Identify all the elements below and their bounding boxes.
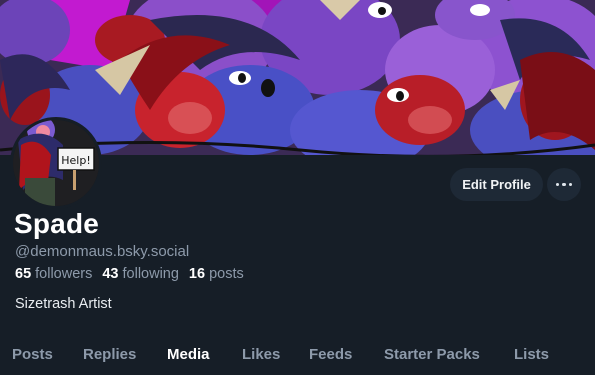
following-label: following <box>122 266 179 282</box>
following-count: 43 <box>102 266 119 282</box>
tab-posts[interactable]: Posts <box>12 346 53 363</box>
tab-likes[interactable]: Likes <box>242 346 280 363</box>
tab-media[interactable]: Media <box>167 346 210 363</box>
posts-label: posts <box>209 266 244 282</box>
posts-stat: 16 posts <box>189 266 244 282</box>
display-name: Spade <box>14 208 100 239</box>
followers-count: 65 <box>15 266 32 282</box>
profile-stats: 65 followers 43 following 16 posts <box>15 266 244 282</box>
avatar-sign-text: Help! <box>61 154 91 167</box>
handle[interactable]: @demonmaus.bsky.social <box>15 243 189 260</box>
tab-feeds[interactable]: Feeds <box>309 346 352 363</box>
edit-profile-button[interactable]: Edit Profile <box>450 168 543 201</box>
more-options-button[interactable] <box>547 168 581 201</box>
followers-link[interactable]: 65 followers <box>15 266 92 282</box>
ellipsis-icon <box>555 182 560 187</box>
profile-avatar[interactable]: Help! <box>10 117 102 209</box>
tab-starter-packs[interactable]: Starter Packs <box>384 346 480 363</box>
tab-replies[interactable]: Replies <box>83 346 136 363</box>
profile-bio: Sizetrash Artist <box>15 296 112 312</box>
tab-lists[interactable]: Lists <box>514 346 549 363</box>
followers-label: followers <box>35 266 93 282</box>
posts-count: 16 <box>188 266 206 282</box>
profile-tabs: Posts Replies Media Likes Feeds Starter … <box>0 340 595 375</box>
following-link[interactable]: 43 following <box>102 266 179 282</box>
